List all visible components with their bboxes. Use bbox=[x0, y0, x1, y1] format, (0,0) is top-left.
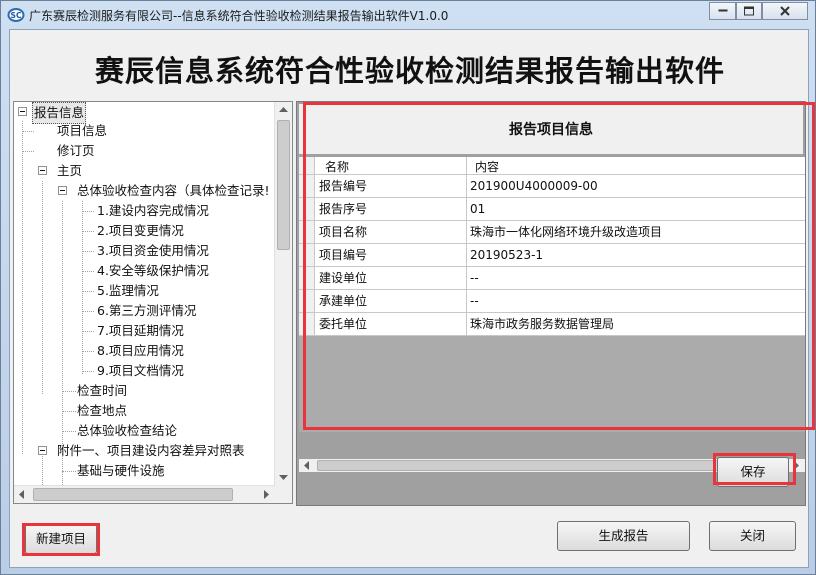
tree-node-item-2[interactable]: 2.项目变更情况 bbox=[97, 221, 184, 241]
scroll-up-arrow-icon[interactable] bbox=[275, 102, 292, 119]
collapse-icon[interactable] bbox=[58, 186, 67, 195]
tree-node-revision-page[interactable]: 修订页 bbox=[57, 141, 95, 161]
report-info-panel: 报告项目信息 名称 内容 报告编号 201900U4000009-00 报告序号 0… bbox=[296, 101, 815, 506]
collapse-icon[interactable] bbox=[38, 166, 47, 175]
new-project-highlight-outline bbox=[22, 523, 100, 556]
tree-node-project-info[interactable]: 项目信息 bbox=[57, 121, 107, 141]
tree-scroll-thumb[interactable] bbox=[277, 120, 290, 250]
tree-hscroll-thumb[interactable] bbox=[33, 488, 233, 501]
scroll-left-arrow-icon[interactable] bbox=[14, 486, 31, 503]
maximize-button[interactable] bbox=[736, 2, 762, 20]
app-logo-icon: SC bbox=[7, 8, 25, 22]
tree-node-item-7[interactable]: 7.项目延期情况 bbox=[97, 321, 184, 341]
tree-node-item-9[interactable]: 9.项目文档情况 bbox=[97, 361, 184, 381]
scroll-corner bbox=[275, 486, 292, 503]
tree-vertical-scrollbar[interactable] bbox=[274, 102, 292, 487]
highlight-outline bbox=[303, 102, 815, 430]
minimize-button[interactable] bbox=[709, 2, 736, 20]
tree-node-item-8[interactable]: 8.项目应用情况 bbox=[97, 341, 184, 361]
tree-node-item-6[interactable]: 6.第三方测评情况 bbox=[97, 301, 196, 321]
tree-node-check-location[interactable]: 检查地点 bbox=[77, 401, 127, 421]
report-tree-view[interactable]: 报告信息 项目信息 修订页 主页 总体验收检查内容（具体检查记录! 1.建设内容… bbox=[13, 101, 293, 504]
scroll-left-arrow-icon[interactable] bbox=[299, 457, 316, 474]
tree-node-item-4[interactable]: 4.安全等级保护情况 bbox=[97, 261, 209, 281]
scroll-right-arrow-icon[interactable] bbox=[258, 486, 275, 503]
tree-node-item-1[interactable]: 1.建设内容完成情况 bbox=[97, 201, 209, 221]
tree-node-check-time[interactable]: 检查时间 bbox=[77, 381, 127, 401]
tree-horizontal-scrollbar[interactable] bbox=[14, 485, 275, 503]
tree-node-item-5[interactable]: 5.监理情况 bbox=[97, 281, 159, 301]
minimize-icon bbox=[718, 9, 727, 12]
collapse-icon[interactable] bbox=[18, 107, 27, 116]
grid-hscroll-thumb[interactable] bbox=[317, 460, 775, 471]
tree-node-item-3[interactable]: 3.项目资金使用情况 bbox=[97, 241, 209, 261]
app-window: SC 广东赛辰检测服务有限公司--信息系统符合性验收检测结果报告输出软件V1.0… bbox=[0, 0, 816, 575]
close-button[interactable]: 关闭 bbox=[709, 521, 796, 551]
maximize-icon bbox=[744, 6, 754, 16]
app-heading: 赛辰信息系统符合性验收检测结果报告输出软件 bbox=[94, 54, 725, 88]
close-window-button[interactable] bbox=[762, 2, 808, 20]
collapse-icon[interactable] bbox=[38, 446, 47, 455]
generate-report-button[interactable]: 生成报告 bbox=[557, 521, 690, 551]
save-highlight-outline bbox=[713, 453, 796, 485]
window-title: 广东赛辰检测服务有限公司--信息系统符合性验收检测结果报告输出软件V1.0.0 bbox=[29, 9, 449, 23]
main-client-area: 赛辰信息系统符合性验收检测结果报告输出软件 报告信息 项目信息 修订页 主页 总… bbox=[9, 29, 815, 568]
scroll-down-arrow-icon[interactable] bbox=[275, 470, 292, 487]
tree-node-infrastructure[interactable]: 基础与硬件设施 bbox=[77, 461, 165, 481]
title-bar: SC 广东赛辰检测服务有限公司--信息系统符合性验收检测结果报告输出软件V1.0… bbox=[1, 1, 815, 29]
svg-text:SC: SC bbox=[11, 11, 22, 20]
close-icon bbox=[780, 6, 790, 16]
tree-node-overall-conclusion[interactable]: 总体验收检查结论 bbox=[77, 421, 177, 441]
